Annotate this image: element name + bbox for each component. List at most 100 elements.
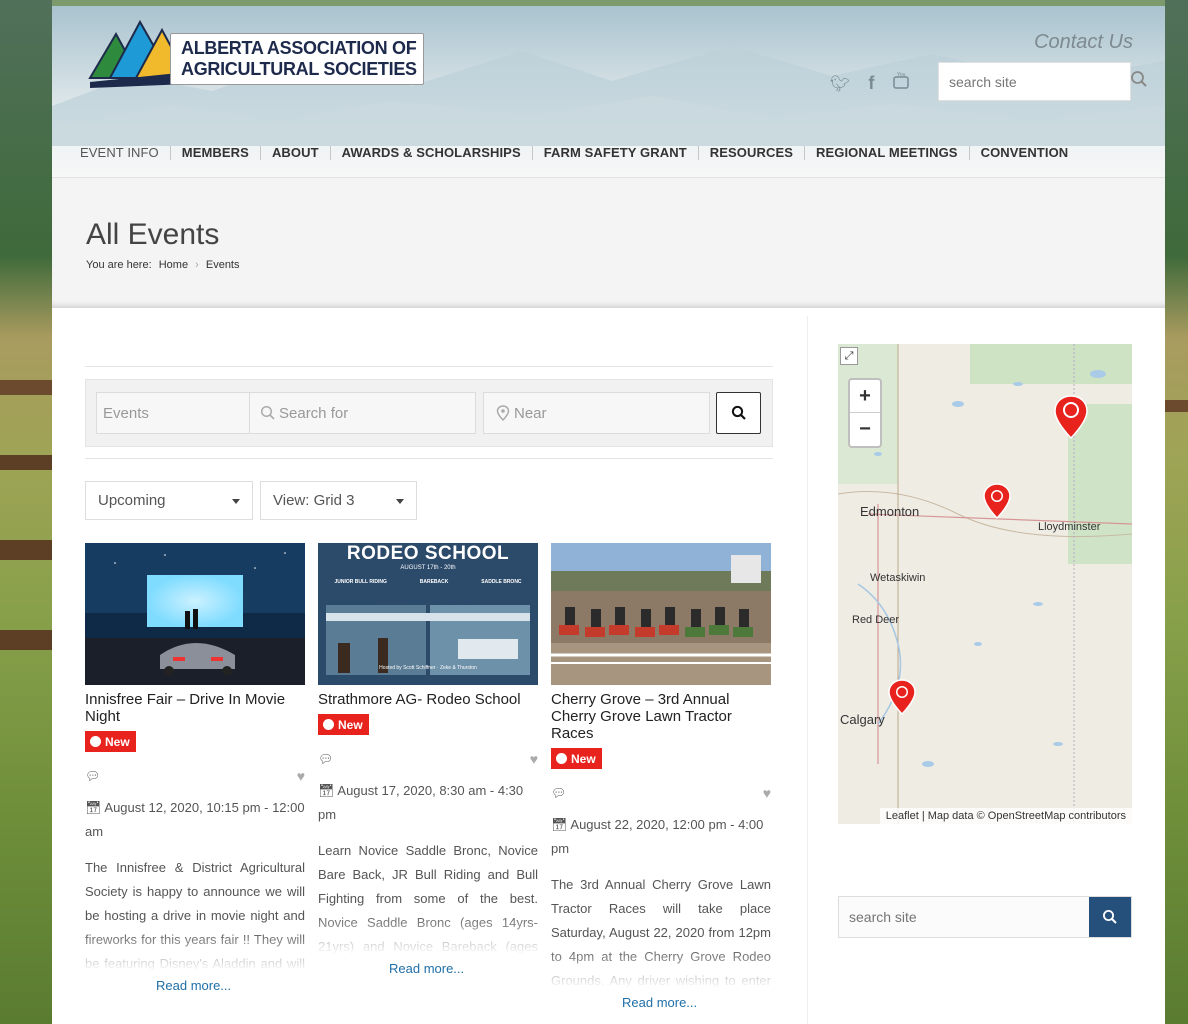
chevron-down-icon	[396, 499, 404, 504]
calendar-icon: 📅︎	[85, 800, 105, 815]
new-badge: New	[85, 731, 136, 752]
fullscreen-icon[interactable]: ⤢	[840, 347, 858, 365]
logo-text-box: ALBERTA ASSOCIATION OF AGRICULTURAL SOCI…	[170, 33, 424, 85]
event-date-text: August 22, 2020, 12:00 pm - 4:00 pm	[551, 817, 764, 856]
contact-us-link[interactable]: Contact Us	[1034, 31, 1133, 54]
comments-icon[interactable]: 💬︎	[318, 752, 333, 766]
map-attribution[interactable]: Leaflet | Map data © OpenStreetMap contr…	[879, 808, 1132, 824]
map-zoom-control: + −	[848, 378, 882, 448]
event-date: 📅︎ August 22, 2020, 12:00 pm - 4:00 pm	[551, 813, 771, 861]
event-description: Learn Novice Saddle Bronc, Novice Bare B…	[318, 839, 538, 959]
event-title[interactable]: Strathmore AG- Rodeo School	[318, 691, 538, 708]
view-value: View: Grid 3	[273, 492, 355, 509]
comments-icon[interactable]: 💬︎	[85, 769, 100, 783]
zoom-in-button[interactable]: +	[850, 380, 880, 413]
event-card: Innisfree Fair – Drive In Movie Night Ne…	[85, 543, 305, 976]
event-date: 📅︎ August 17, 2020, 8:30 am - 4:30 pm	[318, 779, 538, 827]
site-logo[interactable]: ALBERTA ASSOCIATION OF AGRICULTURAL SOCI…	[88, 16, 424, 88]
event-meta: 💬︎ ♥	[551, 785, 771, 801]
event-title[interactable]: Cherry Grove – 3rd Annual Cherry Grove L…	[551, 691, 771, 742]
event-image-tractor-races[interactable]	[551, 543, 771, 685]
breadcrumb: You are here: Home › Events	[86, 259, 240, 271]
nav-about[interactable]: ABOUT	[259, 146, 330, 160]
facebook-icon[interactable]: f	[868, 73, 874, 94]
badge-label: New	[571, 751, 596, 766]
event-card: Cherry Grove – 3rd Annual Cherry Grove L…	[551, 543, 771, 993]
sidebar-search-input[interactable]	[839, 897, 1089, 937]
nav-resources[interactable]: RESOURCES	[697, 146, 804, 160]
view-dropdown[interactable]: View: Grid 3	[260, 481, 417, 520]
background-scenery-left	[0, 0, 52, 1024]
calendar-icon: 📅︎	[551, 817, 571, 832]
nav-regional-meetings[interactable]: REGIONAL MEETINGS	[804, 146, 969, 160]
main-navigation: EVENT INFO MEMBERS ABOUT AWARDS & SCHOLA…	[74, 146, 1079, 160]
sidebar-search-button[interactable]	[1089, 897, 1131, 937]
star-icon	[323, 719, 334, 730]
event-title[interactable]: Innisfree Fair – Drive In Movie Night	[85, 691, 305, 725]
poster-band: STRATHMORE & DISTRICT AGRICULTURAL SOCIE…	[377, 598, 479, 603]
column-divider	[807, 316, 808, 1024]
calendar-icon: 📅︎	[318, 783, 338, 798]
background-scenery-right	[1165, 0, 1188, 1024]
map-label-lloydminster: Lloydminster	[1038, 521, 1101, 533]
page-title-band: All Events You are here: Home › Events	[52, 178, 1165, 308]
search-icon	[731, 405, 746, 420]
search-for-input[interactable]: Search for	[249, 392, 476, 434]
read-more-link[interactable]: Read more...	[622, 995, 697, 1010]
event-description: The 3rd Annual Cherry Grove Lawn Tractor…	[551, 873, 771, 993]
search-icon	[1103, 910, 1117, 924]
star-icon	[90, 736, 101, 747]
map-label-wetaskiwin: Wetaskiwin	[870, 572, 926, 584]
poster-title: RODEO SCHOOL	[346, 543, 510, 564]
search-for-placeholder: Search for	[279, 404, 349, 422]
map-label-edmonton: Edmonton	[860, 504, 920, 519]
new-badge: New	[551, 748, 602, 769]
page-container: ALBERTA ASSOCIATION OF AGRICULTURAL SOCI…	[52, 6, 1165, 1024]
breadcrumb-separator-icon: ›	[195, 259, 199, 271]
breadcrumb-home[interactable]: Home	[159, 259, 188, 271]
search-icon	[260, 405, 275, 420]
heart-icon[interactable]: ♥	[297, 768, 305, 784]
location-pin-icon	[496, 405, 510, 421]
event-search-button[interactable]	[716, 392, 761, 434]
nav-event-info[interactable]: EVENT INFO	[74, 146, 170, 160]
divider	[85, 366, 773, 367]
timeframe-value: Upcoming	[98, 492, 166, 509]
poster-dates: AUGUST 17th - 20th	[400, 565, 456, 571]
comments-icon[interactable]: 💬︎	[551, 786, 566, 800]
events-map[interactable]: ⤢ + − Edmonton Lloydminster Wetaskiwin R…	[838, 344, 1132, 824]
nav-convention[interactable]: CONVENTION	[968, 146, 1080, 160]
nav-farm-safety-grant[interactable]: FARM SAFETY GRANT	[531, 146, 698, 160]
event-date: 📅︎ August 12, 2020, 10:15 pm - 12:00 am	[85, 796, 305, 844]
map-label-red-deer: Red Deer	[852, 614, 900, 626]
read-more-link[interactable]: Read more...	[156, 978, 231, 993]
badge-label: New	[105, 734, 130, 749]
breadcrumb-prefix: You are here:	[86, 259, 152, 271]
event-image-rodeo-school[interactable]: RODEO SCHOOL AUGUST 17th - 20th JUNIOR B…	[318, 543, 538, 685]
divider	[85, 458, 773, 459]
event-type-placeholder: Events	[103, 404, 149, 422]
near-input[interactable]: Near	[483, 392, 710, 434]
twitter-icon[interactable]: 🐦︎	[830, 74, 850, 94]
timeframe-dropdown[interactable]: Upcoming	[85, 481, 253, 520]
poster-mid: BAREBACK	[419, 579, 449, 585]
poster-left: JUNIOR BULL RIDING	[334, 579, 387, 585]
zoom-out-button[interactable]: −	[850, 413, 880, 446]
map-tiles	[838, 344, 1132, 824]
youtube-icon[interactable]: You	[892, 72, 910, 95]
event-search-bar: Events Search for Near	[85, 379, 773, 447]
nav-awards-scholarships[interactable]: AWARDS & SCHOLARSHIPS	[329, 146, 532, 160]
read-more-link[interactable]: Read more...	[389, 961, 464, 976]
event-image-drive-in[interactable]	[85, 543, 305, 685]
heart-icon[interactable]: ♥	[530, 751, 538, 767]
social-icons: 🐦︎ f You	[830, 72, 910, 95]
search-icon[interactable]	[1130, 70, 1148, 93]
event-type-field[interactable]: Events	[96, 392, 250, 434]
header-search-input[interactable]	[939, 63, 1130, 100]
sidebar-search-box	[838, 896, 1132, 938]
badge-label: New	[338, 717, 363, 732]
logo-line-2: AGRICULTURAL SOCIETIES	[181, 59, 417, 79]
heart-icon[interactable]: ♥	[763, 785, 771, 801]
event-card: RODEO SCHOOL AUGUST 17th - 20th JUNIOR B…	[318, 543, 538, 959]
nav-members[interactable]: MEMBERS	[169, 146, 260, 160]
